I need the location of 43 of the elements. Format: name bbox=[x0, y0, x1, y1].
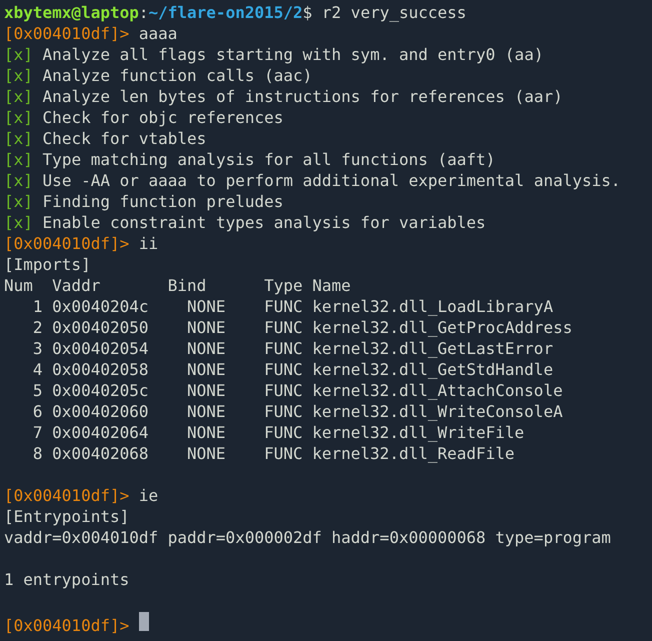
address-prompt: [0x004010df]> bbox=[4, 486, 130, 505]
command-text: ii bbox=[138, 234, 158, 253]
output-text: Use -AA or aaaa to perform additional experimental analysis. bbox=[42, 171, 621, 190]
output-text: 6 0x00402060 NONE FUNC kernel32.dll_WriteConsoleA bbox=[32, 402, 563, 421]
prompt-separator: : bbox=[138, 3, 148, 22]
output-text: Finding function preludes bbox=[42, 192, 284, 211]
prompt-symbol: $ bbox=[302, 3, 312, 22]
address-prompt: [0x004010df]> bbox=[4, 24, 130, 43]
check-mark: [x] bbox=[4, 66, 33, 85]
check-mark: [x] bbox=[4, 213, 33, 232]
output-text: 3 0x00402054 NONE FUNC kernel32.dll_GetLastError bbox=[32, 339, 554, 358]
output-text: vaddr=0x004010df paddr=0x000002df haddr=0x00000068 type=program bbox=[4, 528, 611, 547]
check-mark: [x] bbox=[4, 192, 33, 211]
output-text: Num Vaddr Bind Type Name bbox=[4, 276, 351, 295]
output-text: 5 0x0040205c NONE FUNC kernel32.dll_AttachConsole bbox=[32, 381, 563, 400]
output-text: Check for vtables bbox=[42, 129, 206, 148]
output-text: Type matching analysis for all functions (aaft) bbox=[42, 150, 496, 169]
check-mark: [x] bbox=[4, 108, 33, 127]
command-text: ie bbox=[138, 486, 158, 505]
output-text: [Imports] bbox=[4, 255, 91, 274]
address-prompt: [0x004010df]> bbox=[4, 234, 130, 253]
output-text: 1 0x0040204c NONE FUNC kernel32.dll_LoadLibraryA bbox=[32, 297, 554, 316]
prompt-user-host: xbytemx@laptop bbox=[4, 3, 139, 22]
command-text: r2 very_success bbox=[322, 3, 466, 22]
check-mark: [x] bbox=[4, 87, 33, 106]
check-mark: [x] bbox=[4, 150, 33, 169]
output-text: 2 0x00402050 NONE FUNC kernel32.dll_GetProcAddress bbox=[32, 318, 572, 337]
output-text: [Entrypoints] bbox=[4, 507, 130, 526]
prompt-path: ~/flare-on2015/2 bbox=[148, 3, 303, 22]
output-text: Enable constraint types analysis for variables bbox=[42, 213, 486, 232]
output-text: 7 0x00402064 NONE FUNC kernel32.dll_WriteFile bbox=[32, 423, 524, 442]
output-text: 1 entrypoints bbox=[4, 570, 130, 589]
output-text: Analyze function calls (aac) bbox=[42, 66, 312, 85]
address-prompt: [0x004010df]> bbox=[4, 616, 130, 635]
output-text: 8 0x00402068 NONE FUNC kernel32.dll_ReadFile bbox=[32, 444, 515, 463]
command-text: aaaa bbox=[138, 24, 178, 43]
check-mark: [x] bbox=[4, 129, 33, 148]
check-mark: [x] bbox=[4, 45, 33, 64]
output-text: Analyze len bytes of instructions for references (aar) bbox=[42, 87, 563, 106]
check-mark: [x] bbox=[4, 171, 33, 190]
output-text: 4 0x00402058 NONE FUNC kernel32.dll_GetStdHandle bbox=[32, 360, 554, 379]
output-text: Analyze all flags starting with sym. and entry0 (aa) bbox=[42, 45, 544, 64]
output-text: Check for objc references bbox=[42, 108, 284, 127]
